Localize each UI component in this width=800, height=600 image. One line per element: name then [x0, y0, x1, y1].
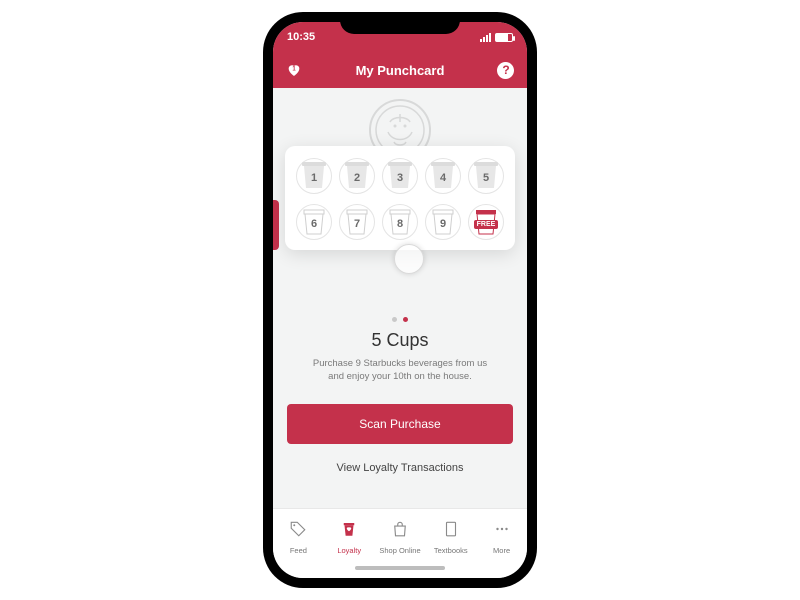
- home-indicator[interactable]: [273, 566, 527, 578]
- punch-slot-9: 9: [424, 206, 462, 236]
- tab-shop[interactable]: Shop Online: [375, 509, 426, 566]
- tab-loyalty[interactable]: Loyalty: [324, 509, 375, 566]
- touch-indicator: [394, 244, 424, 274]
- punch-slot-8: 8: [381, 206, 419, 236]
- drawer-handle[interactable]: [273, 200, 279, 250]
- tab-feed[interactable]: Feed: [273, 509, 324, 566]
- phone-frame: 10:35 1 My Punchcard ?: [263, 12, 537, 588]
- tab-more[interactable]: More: [476, 509, 527, 566]
- cup-icon: [340, 520, 358, 543]
- punch-slot-3: 3: [381, 160, 419, 190]
- punch-slot-1: 1: [295, 160, 333, 190]
- punch-slot-4: 4: [424, 160, 462, 190]
- main-content: 1 2 3 4 5 6 7 8 9 FREE: [273, 88, 527, 508]
- tab-bar: Feed Loyalty Shop Online Textbooks More: [273, 508, 527, 566]
- tag-icon: [289, 520, 307, 543]
- scan-purchase-button[interactable]: Scan Purchase: [287, 404, 513, 444]
- device-notch: [340, 12, 460, 34]
- app-header: 1 My Punchcard ?: [273, 52, 527, 88]
- more-icon: [493, 520, 511, 543]
- page-dots[interactable]: [392, 317, 408, 322]
- help-button[interactable]: ?: [497, 61, 515, 79]
- punch-slot-5: 5: [467, 160, 505, 190]
- question-icon: ?: [497, 62, 514, 79]
- tab-label: More: [493, 546, 510, 555]
- tab-label: Feed: [290, 546, 307, 555]
- screen: 10:35 1 My Punchcard ?: [273, 22, 527, 578]
- status-time: 10:35: [287, 31, 315, 43]
- free-badge: FREE: [474, 220, 499, 229]
- punch-row-1: 1 2 3 4 5: [295, 160, 505, 190]
- heart-icon: 1: [286, 62, 302, 78]
- punch-slot-2: 2: [338, 160, 376, 190]
- tab-textbooks[interactable]: Textbooks: [425, 509, 476, 566]
- punch-slot-7: 7: [338, 206, 376, 236]
- favorites-button[interactable]: 1: [285, 61, 303, 79]
- page-dot-1[interactable]: [403, 317, 408, 322]
- signal-icon: [480, 33, 491, 42]
- tab-label: Textbooks: [434, 546, 468, 555]
- book-icon: [442, 520, 460, 543]
- battery-icon: [495, 33, 513, 42]
- page-dot-0[interactable]: [392, 317, 397, 322]
- punchcard-card[interactable]: 1 2 3 4 5 6 7 8 9 FREE: [285, 146, 515, 250]
- tab-label: Loyalty: [337, 546, 361, 555]
- bag-icon: [391, 520, 409, 543]
- punch-slot-6: 6: [295, 206, 333, 236]
- page-title: My Punchcard: [356, 63, 445, 78]
- punchcard-description: Purchase 9 Starbucks beverages from us a…: [289, 357, 511, 384]
- tab-label: Shop Online: [379, 546, 420, 555]
- view-transactions-link[interactable]: View Loyalty Transactions: [337, 462, 464, 474]
- punch-slot-free: FREE: [467, 206, 505, 236]
- cups-count: 5 Cups: [371, 330, 428, 351]
- punch-row-2: 6 7 8 9 FREE: [295, 206, 505, 236]
